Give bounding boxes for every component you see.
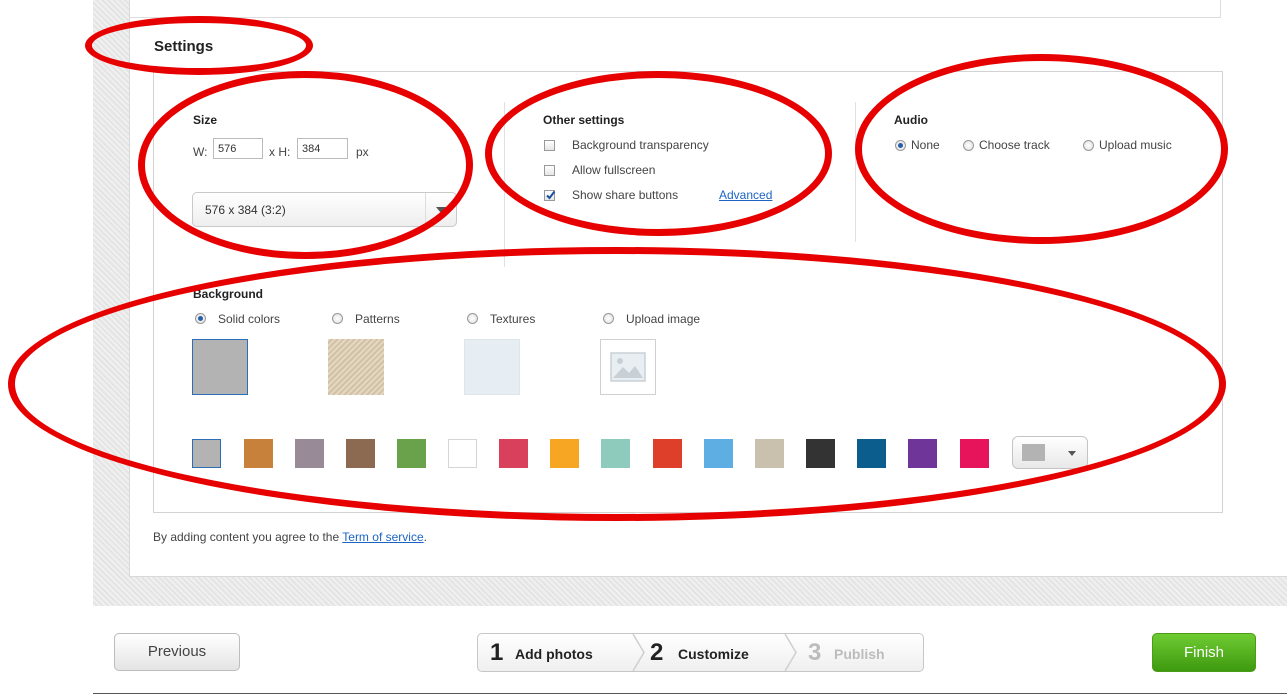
step-customize[interactable]: 2 Customize — [646, 634, 786, 671]
annotation-ellipse — [138, 71, 473, 259]
step-add-photos[interactable]: 1 Add photos — [478, 634, 638, 671]
divider — [129, 17, 1221, 18]
annotation-ellipse — [855, 54, 1228, 244]
annotation-ellipse — [485, 71, 832, 236]
progress-steps: 1 Add photos 2 Customize 3 Publish — [477, 633, 924, 672]
step-label: Add photos — [515, 646, 593, 662]
terms-notice: By adding content you agree to the Term … — [153, 530, 427, 544]
terms-of-service-link[interactable]: Term of service — [342, 530, 423, 544]
step-label: Customize — [678, 646, 749, 662]
step-separator-icon — [632, 634, 645, 671]
finish-button[interactable]: Finish — [1152, 633, 1256, 672]
step-number: 1 — [490, 639, 504, 666]
step-number: 3 — [808, 639, 822, 666]
step-label: Publish — [834, 646, 885, 662]
terms-text: By adding content you agree to the — [153, 530, 343, 544]
terms-end: . — [423, 530, 427, 544]
previous-button[interactable]: Previous — [114, 633, 240, 671]
step-separator-icon — [784, 634, 797, 671]
divider — [1220, 0, 1221, 18]
step-publish: 3 Publish — [800, 634, 920, 671]
column-divider — [855, 102, 856, 242]
annotation-ellipse — [85, 16, 313, 75]
bottom-divider — [93, 693, 1287, 694]
annotation-ellipse — [8, 247, 1226, 521]
step-number: 2 — [650, 639, 664, 666]
